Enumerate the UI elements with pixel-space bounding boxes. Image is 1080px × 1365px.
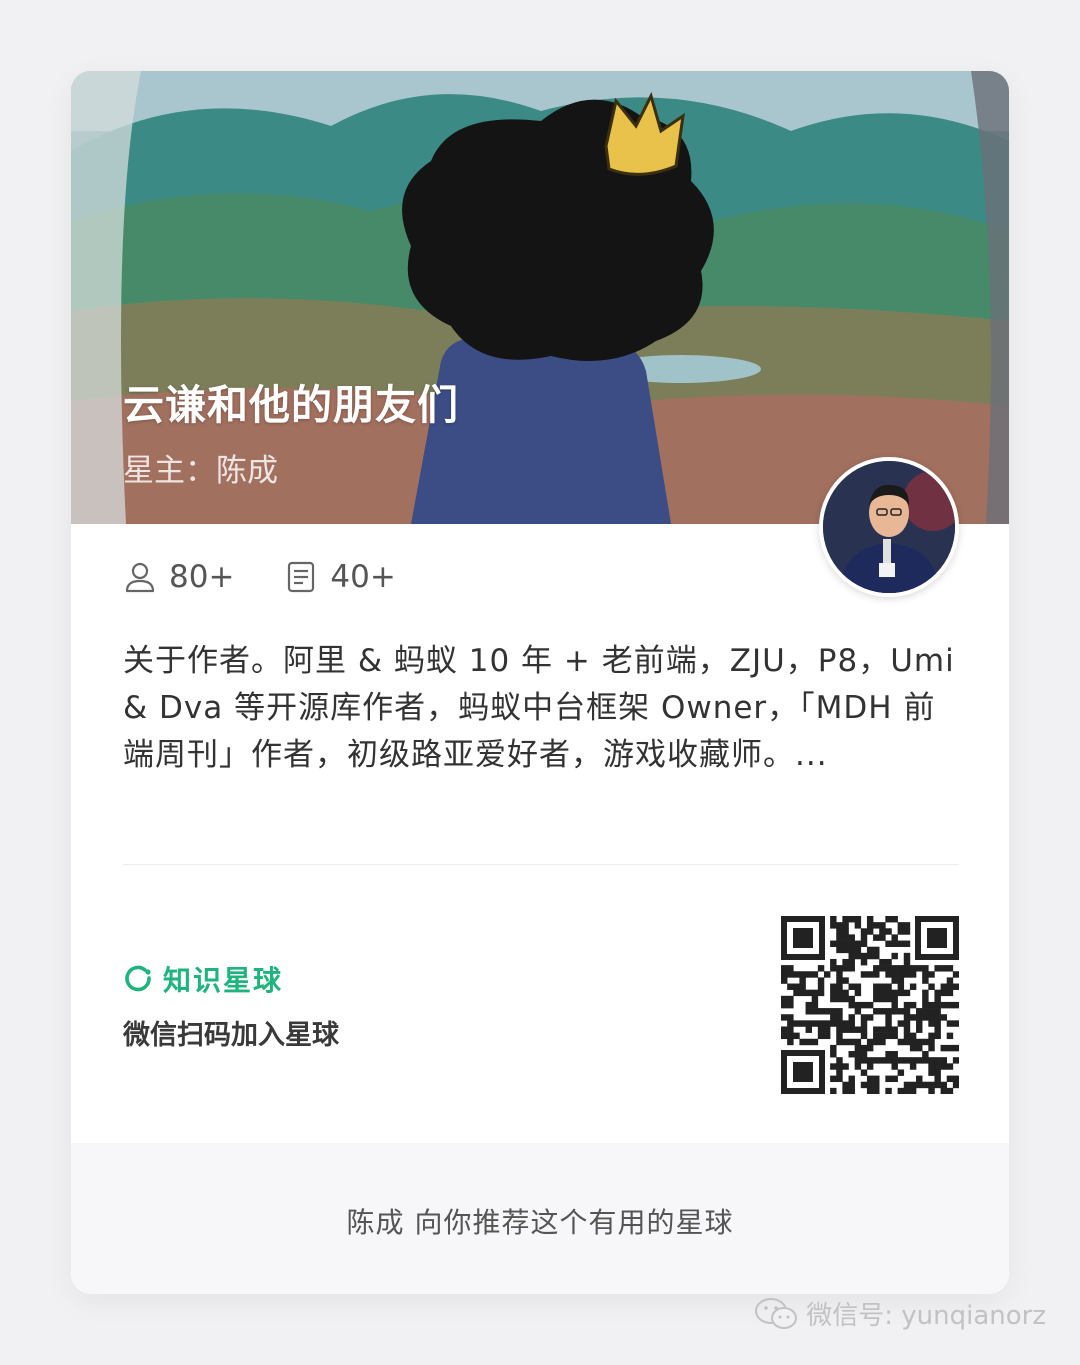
person-icon	[125, 562, 155, 593]
qr-code[interactable]	[781, 916, 960, 1095]
planet-ring-icon	[125, 965, 151, 992]
divider	[123, 864, 959, 865]
planet-stats: 80+ 40+	[123, 557, 446, 597]
cover-image: 云谦和他的朋友们 星主：陈成	[71, 71, 1009, 524]
zsxq-brand: 知识星球	[123, 959, 283, 999]
watermark-text: 微信号: yunqianorz	[806, 1301, 1046, 1331]
qr-code-image	[781, 916, 960, 1095]
planet-share-card: 云谦和他的朋友们 星主：陈成 80+ 40+ 关于作者。阿里 & 蚂蚁 10 年…	[71, 71, 1009, 1294]
member-count: 80+	[123, 559, 234, 595]
owner-avatar[interactable]	[819, 457, 959, 597]
brand-name: 知识星球	[163, 964, 284, 997]
wechat-icon	[755, 1297, 798, 1329]
topic-count-value: 40+	[330, 559, 396, 595]
avatar-image	[823, 461, 955, 593]
topic-count: 40+	[284, 559, 396, 595]
join-instruction: 微信扫码加入星球	[123, 1020, 339, 1051]
document-icon	[288, 561, 315, 593]
member-count-value: 80+	[169, 559, 235, 595]
planet-description: 关于作者。阿里 & 蚂蚁 10 年 + 老前端，ZJU，P8，Umi & Dva…	[123, 643, 955, 773]
wechat-watermark: 微信号: yunqianorz	[754, 1295, 1046, 1332]
planet-owner: 星主：陈成	[123, 453, 278, 489]
recommend-text: 陈成 向你推荐这个有用的星球	[346, 1206, 734, 1239]
recommend-footer: 陈成 向你推荐这个有用的星球	[71, 1143, 1009, 1294]
planet-title: 云谦和他的朋友们	[123, 381, 459, 429]
